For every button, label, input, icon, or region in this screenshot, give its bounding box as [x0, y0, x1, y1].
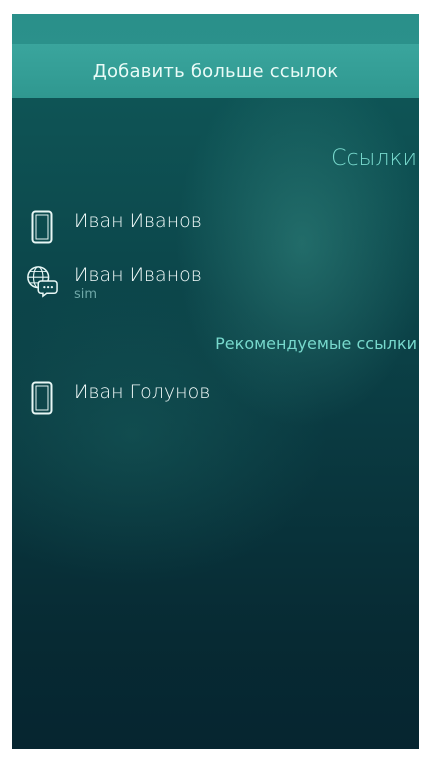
- add-more-links-button[interactable]: Добавить больше ссылок: [12, 44, 419, 98]
- contact-name: Иван Иванов: [74, 264, 202, 286]
- links-section-title: Ссылки: [331, 146, 417, 171]
- recommended-item-contact-1[interactable]: Иван Голунов: [26, 380, 210, 416]
- phone-screen: Добавить больше ссылок Ссылки Иван Ивано…: [12, 14, 419, 749]
- phone-icon: [26, 209, 58, 245]
- link-item-contact-2[interactable]: Иван Иванов sim: [26, 263, 202, 303]
- globe-chat-icon: [26, 263, 58, 299]
- link-item-contact-1[interactable]: Иван Иванов: [26, 209, 202, 245]
- recommended-links-title: Рекомендуемые ссылки: [215, 334, 417, 353]
- contact-account-type: sim: [74, 287, 98, 302]
- status-strip: [12, 14, 419, 44]
- contact-name: Иван Иванов: [74, 210, 202, 232]
- add-more-links-label: Добавить больше ссылок: [92, 60, 339, 82]
- phone-icon: [26, 380, 58, 416]
- contact-name: Иван Голунов: [74, 381, 211, 403]
